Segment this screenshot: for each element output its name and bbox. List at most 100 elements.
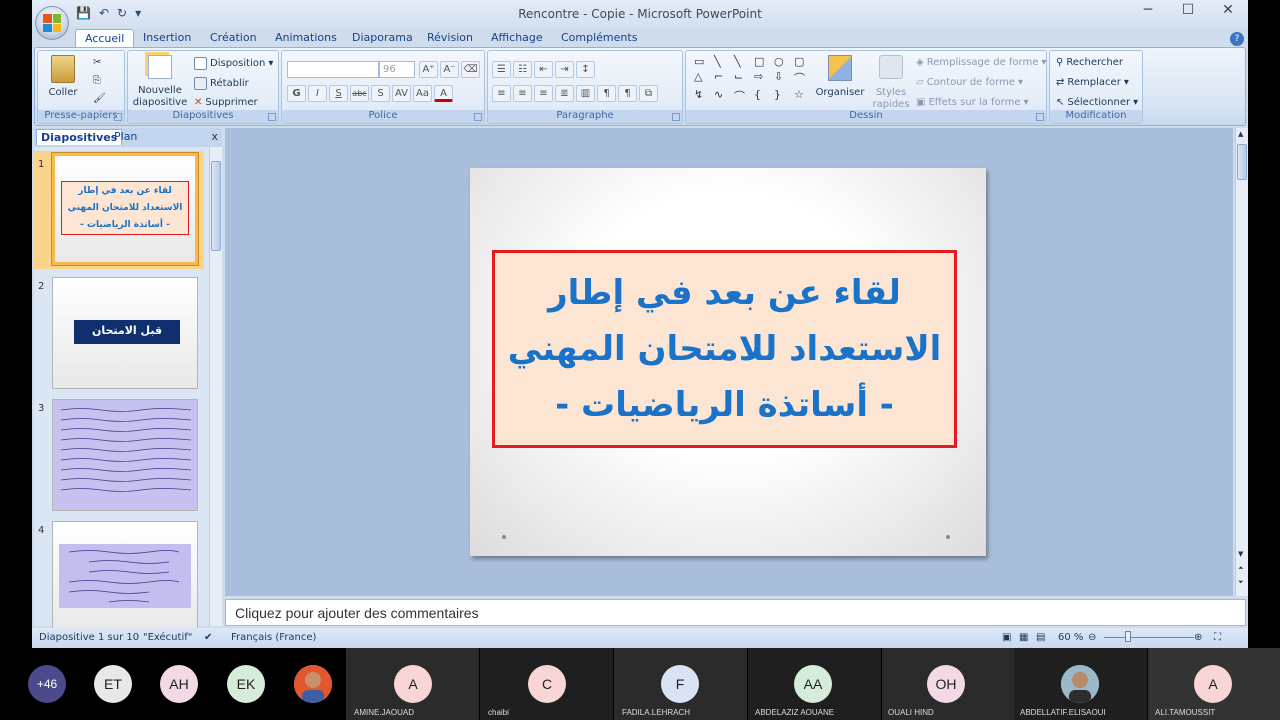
drawing-launcher-icon[interactable] — [1036, 113, 1044, 121]
notes-pane[interactable]: Cliquez pour ajouter des commentaires — [225, 599, 1246, 626]
italic-button[interactable]: I — [308, 85, 327, 102]
minimize-button[interactable]: ─ — [1128, 2, 1168, 18]
participant-avatar[interactable]: AH — [160, 665, 198, 703]
maximize-button[interactable]: ☐ — [1168, 2, 1208, 18]
zoom-in-icon[interactable]: ⊕ — [1194, 632, 1202, 643]
office-button[interactable] — [35, 6, 69, 40]
arc-shape-icon[interactable]: ⌒ — [734, 88, 752, 104]
participant-photo[interactable] — [294, 665, 332, 703]
reset-button[interactable]: Rétablir — [194, 77, 249, 90]
align-left-icon[interactable]: ≡ — [492, 85, 511, 102]
line-shape-icon[interactable]: ╲ — [714, 55, 732, 68]
elbow-shape-icon[interactable]: ⌐ — [714, 70, 732, 86]
participant-avatar[interactable]: ET — [94, 665, 132, 703]
font-launcher-icon[interactable] — [474, 113, 482, 121]
brace-right-shape-icon[interactable]: } — [774, 88, 792, 104]
star-shape-icon[interactable]: ☆ — [794, 88, 812, 104]
slide-thumbnail-2[interactable]: قبل الامتحان — [52, 277, 198, 389]
help-icon[interactable]: ? — [1230, 32, 1244, 46]
tab-accueil[interactable]: Accueil — [75, 29, 135, 49]
font-name-field[interactable] — [287, 61, 379, 78]
slide-title-box[interactable]: لقاء عن بعد في إطار الاستعداد للامتحان ا… — [492, 250, 957, 448]
shape-effects-button[interactable]: ▣ Effets sur la forme ▾ — [916, 97, 1029, 108]
tab-revision[interactable]: Révision — [427, 31, 473, 44]
tab-creation[interactable]: Création — [210, 31, 257, 44]
textbox-shape-icon[interactable]: ▭ — [694, 55, 712, 68]
shapes-gallery[interactable]: ▭ ╲ ╲ □ ○ ▢ △ ⌐ ⌙ ⇨ ⇩ ⌒ ↯ ∿ ⌒{} ☆ — [694, 55, 806, 104]
font-color-icon[interactable]: A — [434, 85, 453, 102]
tab-insertion[interactable]: Insertion — [143, 31, 191, 44]
slides-launcher-icon[interactable] — [268, 113, 276, 121]
tab-complements[interactable]: Compléments — [561, 31, 637, 44]
curve-shape-icon[interactable]: ↯ — [694, 88, 712, 104]
slideshow-view-icon[interactable]: ▤ — [1036, 632, 1045, 643]
select-button[interactable]: ↖ Sélectionner ▾ — [1056, 97, 1138, 108]
slide-thumbnail-4[interactable] — [52, 521, 198, 633]
tab-animations[interactable]: Animations — [275, 31, 337, 44]
oval-shape-icon[interactable]: ○ — [774, 55, 792, 68]
line2-shape-icon[interactable]: ╲ — [734, 55, 752, 68]
participant-avatar[interactable]: C — [528, 665, 566, 703]
zoom-level[interactable]: 60 % — [1058, 632, 1083, 643]
clipboard-launcher-icon[interactable] — [114, 113, 122, 121]
shape-outline-button[interactable]: ▱ Contour de forme ▾ — [916, 77, 1023, 88]
smartart-icon[interactable]: ⧉ — [639, 85, 658, 102]
tab-affichage[interactable]: Affichage — [491, 31, 543, 44]
scrollbar-thumb[interactable] — [1237, 144, 1247, 180]
format-painter-icon[interactable]: 🖌 — [93, 93, 106, 104]
new-slide-button[interactable]: Nouvelle diapositive — [130, 55, 190, 109]
align-center-icon[interactable]: ≡ — [513, 85, 532, 102]
cut-icon[interactable]: ✂ — [93, 57, 101, 68]
scrollbar-thumb[interactable] — [211, 161, 221, 251]
slide-thumbnail-1[interactable]: لقاء عن بعد في إطار الاستعداد للامتحان ا… — [51, 152, 199, 266]
rounded-rect-shape-icon[interactable]: ▢ — [794, 55, 812, 68]
find-button[interactable]: ⚲ Rechercher — [1056, 57, 1123, 68]
strikethrough-button[interactable]: abc — [350, 85, 369, 102]
line-spacing-icon[interactable]: ↕ — [576, 61, 595, 78]
thumbnails-scrollbar[interactable] — [209, 147, 222, 626]
tab-plan[interactable]: Plan — [114, 130, 137, 143]
paste-button[interactable]: Coller — [48, 55, 78, 99]
zoom-slider[interactable] — [1104, 637, 1194, 638]
change-case-icon[interactable]: Aa — [413, 85, 432, 102]
shrink-font-icon[interactable]: A⁻ — [440, 61, 459, 78]
main-scrollbar[interactable]: ▲ ▼ ⏶ ⏷ — [1235, 128, 1248, 596]
slide-thumbnail-3[interactable] — [52, 399, 198, 511]
scribble-shape-icon[interactable]: ∿ — [714, 88, 732, 104]
replace-button[interactable]: ⇄ Remplacer ▾ — [1056, 77, 1129, 88]
language-indicator[interactable]: Français (France) — [231, 632, 316, 643]
zoom-out-icon[interactable]: ⊖ — [1088, 632, 1096, 643]
ltr-icon[interactable]: ¶ — [618, 85, 637, 102]
down-arrow-shape-icon[interactable]: ⇩ — [774, 70, 792, 86]
pane-close-icon[interactable]: x — [211, 130, 218, 143]
bullets-icon[interactable]: ☰ — [492, 61, 511, 78]
spellcheck-icon[interactable]: ✔ — [204, 632, 212, 643]
close-button[interactable]: ✕ — [1208, 2, 1248, 18]
zoom-slider-thumb[interactable] — [1125, 631, 1131, 642]
participant-avatar[interactable]: AA — [794, 665, 832, 703]
triangle-shape-icon[interactable]: △ — [694, 70, 712, 86]
prev-slide-icon[interactable]: ▼ — [1238, 550, 1243, 558]
shadow-button[interactable]: S — [371, 85, 390, 102]
bold-button[interactable]: G — [287, 85, 306, 102]
copy-icon[interactable]: ⎘ — [93, 75, 101, 86]
font-size-field[interactable]: 96 — [379, 61, 415, 78]
delete-slide-button[interactable]: ✕ Supprimer — [194, 97, 258, 108]
align-right-icon[interactable]: ≡ — [534, 85, 553, 102]
tab-diaporama[interactable]: Diaporama — [352, 31, 413, 44]
right-arrow-shape-icon[interactable]: ⇨ — [754, 70, 772, 86]
tab-diapositives[interactable]: Diapositives — [36, 129, 123, 145]
quick-styles-button[interactable]: Styles rapides — [868, 55, 914, 111]
justify-icon[interactable]: ≣ — [555, 85, 574, 102]
paragraph-launcher-icon[interactable] — [672, 113, 680, 121]
participant-avatar[interactable]: A — [1194, 665, 1232, 703]
participant-photo[interactable] — [1061, 665, 1099, 703]
participant-avatar[interactable]: OH — [927, 665, 965, 703]
connector-shape-icon[interactable]: ⌙ — [734, 70, 752, 86]
layout-button[interactable]: Disposition ▾ — [194, 57, 273, 70]
next-slide-icon[interactable]: ⏷ — [1238, 578, 1244, 587]
freeform-shape-icon[interactable]: ⌒ — [794, 70, 812, 86]
numbering-icon[interactable]: ☷ — [513, 61, 532, 78]
shape-fill-button[interactable]: ◈ Remplissage de forme ▾ — [916, 57, 1046, 68]
scroll-up-icon[interactable]: ▲ — [1238, 130, 1243, 138]
